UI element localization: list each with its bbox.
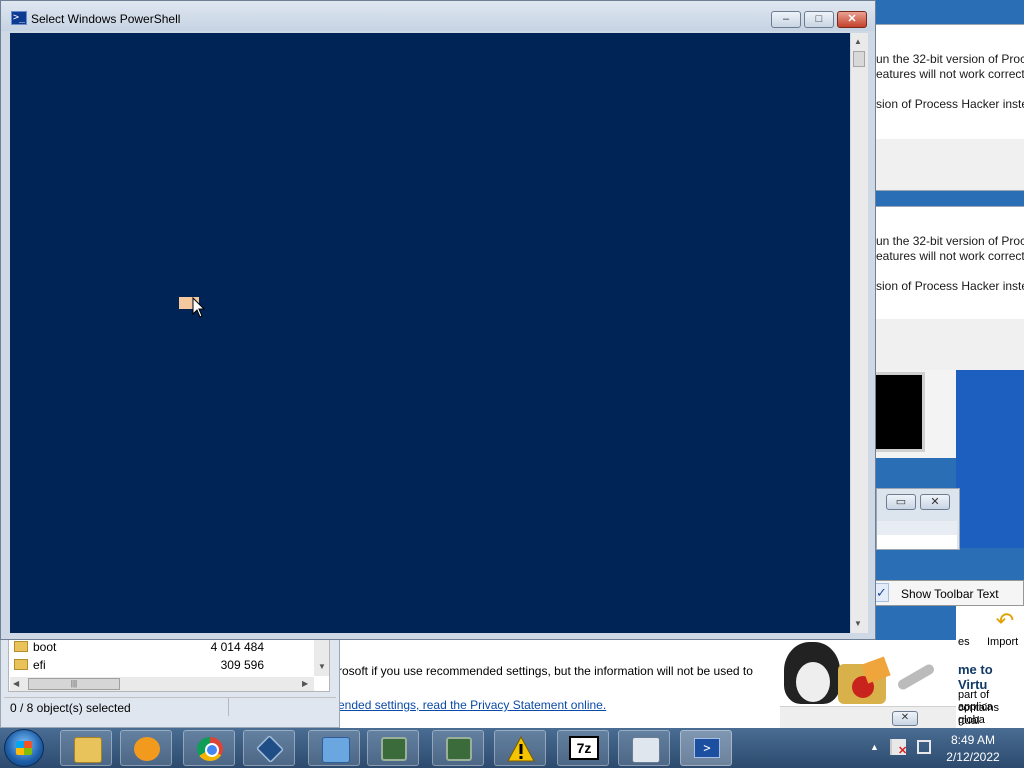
taskbar-7zip[interactable]: 7z	[557, 730, 609, 766]
desktop-blue-area	[956, 370, 1024, 548]
console-vertical-scrollbar[interactable]: ▲ ▼	[851, 33, 868, 633]
powershell-icon: >_	[11, 11, 27, 25]
taskbar-powershell[interactable]: >	[680, 730, 732, 766]
chrome-icon-center	[205, 743, 219, 757]
clock-time[interactable]: 8:49 AM	[938, 733, 1008, 747]
scroll-down-arrow-icon[interactable]: ▼	[318, 662, 326, 671]
control-panel-icon	[322, 737, 350, 763]
media-player-icon	[134, 737, 160, 761]
folder-icon	[14, 641, 28, 652]
taskbar-warning-app[interactable]	[494, 730, 546, 766]
calculator-icon	[632, 737, 660, 763]
virtualbox-icon	[255, 734, 285, 764]
folder-icon	[74, 737, 102, 763]
mascot-panel-close-button[interactable]: ✕	[892, 711, 918, 726]
taskbar-control-panel[interactable]	[308, 730, 360, 766]
scrollbar-thumb[interactable]	[853, 51, 865, 67]
bg1-line1: un the 32-bit version of Proc	[876, 52, 1024, 66]
tools-label-fragment: es	[958, 636, 970, 648]
taskbar-media-player[interactable]	[120, 730, 172, 766]
mascot-penguin-belly	[796, 662, 830, 702]
context-menu: ✓ Show Toolbar Text	[866, 580, 1024, 606]
bg-window-close-button[interactable]: ✕	[920, 494, 950, 510]
network-icon[interactable]	[917, 740, 931, 754]
privacy-statement-link[interactable]: ended settings, read the Privacy Stateme…	[338, 698, 606, 712]
bg1-line2: eatures will not work correct	[876, 67, 1024, 81]
taskbar-calculator[interactable]	[618, 730, 670, 766]
check-icon: ✓	[876, 585, 887, 600]
action-center-alert-icon: ✕	[898, 745, 908, 757]
warning-icon	[507, 736, 535, 762]
import-button-label[interactable]: Import	[987, 636, 1018, 648]
file-row-size: 4 014 484	[210, 640, 264, 654]
taskbar-network-monitor-2[interactable]	[432, 730, 484, 766]
windows-logo-icon	[16, 741, 32, 755]
7zip-icon: 7z	[569, 736, 599, 760]
powershell-icon: >	[694, 738, 720, 758]
status-bar-selection: 0 / 8 object(s) selected	[10, 701, 131, 715]
clock-date[interactable]: 2/12/2022	[938, 750, 1008, 764]
file-row-size: 309 596	[220, 658, 264, 672]
window-title: Select Windows PowerShell	[31, 12, 181, 26]
horizontal-scroll-thumb[interactable]: |||	[28, 678, 120, 690]
menu-item-show-toolbar-text[interactable]: Show Toolbar Text	[901, 587, 999, 601]
maximize-button[interactable]: □	[804, 11, 834, 28]
console-area[interactable]	[10, 33, 850, 633]
virtualbox-welcome: me to Virtu	[958, 662, 993, 692]
show-hidden-icons-arrow-icon[interactable]: ▲	[870, 742, 879, 752]
taskbar-network-monitor-1[interactable]	[367, 730, 419, 766]
taskbar-windows-explorer[interactable]	[60, 730, 112, 766]
minimize-button[interactable]: –	[771, 11, 801, 28]
file-row-name[interactable]: boot	[33, 640, 56, 654]
setup-text-line: rosoft if you use recommended settings, …	[338, 664, 753, 678]
import-icon: ↶	[995, 608, 1015, 633]
mouse-cursor-icon	[192, 297, 206, 318]
powershell-title-bar[interactable]: >_ Select Windows PowerShell	[1, 1, 875, 31]
bg1-line3: sion of Process Hacker inste	[876, 97, 1024, 111]
powershell-window: >_ Select Windows PowerShell – □ ✕ ▲ ▼	[0, 0, 876, 640]
status-bar-divider	[228, 698, 229, 716]
close-button[interactable]: ✕	[837, 11, 867, 28]
monitor-icon	[446, 737, 472, 761]
setup-dialog-body	[336, 640, 780, 728]
bg2-line1: un the 32-bit version of Proc	[876, 234, 1024, 248]
scroll-right-arrow-icon[interactable]: ▶	[302, 679, 308, 688]
monitor-icon	[381, 737, 407, 761]
scroll-left-arrow-icon[interactable]: ◀	[13, 679, 19, 688]
scroll-down-arrow-icon[interactable]: ▼	[854, 619, 862, 628]
folder-icon	[14, 659, 28, 670]
bg2-line3: sion of Process Hacker inste	[876, 279, 1024, 293]
file-row-name[interactable]: efi	[33, 658, 46, 672]
start-button[interactable]	[4, 729, 44, 767]
taskbar-chrome[interactable]	[183, 730, 235, 766]
scroll-up-arrow-icon[interactable]: ▲	[854, 37, 862, 46]
bg2-line2: eatures will not work correct	[876, 249, 1024, 263]
vm-preview-screen	[876, 372, 925, 452]
mascot-strip	[780, 706, 956, 728]
bg-window-maximize-button[interactable]: ▭	[886, 494, 916, 510]
taskbar-virtualbox[interactable]	[243, 730, 295, 766]
